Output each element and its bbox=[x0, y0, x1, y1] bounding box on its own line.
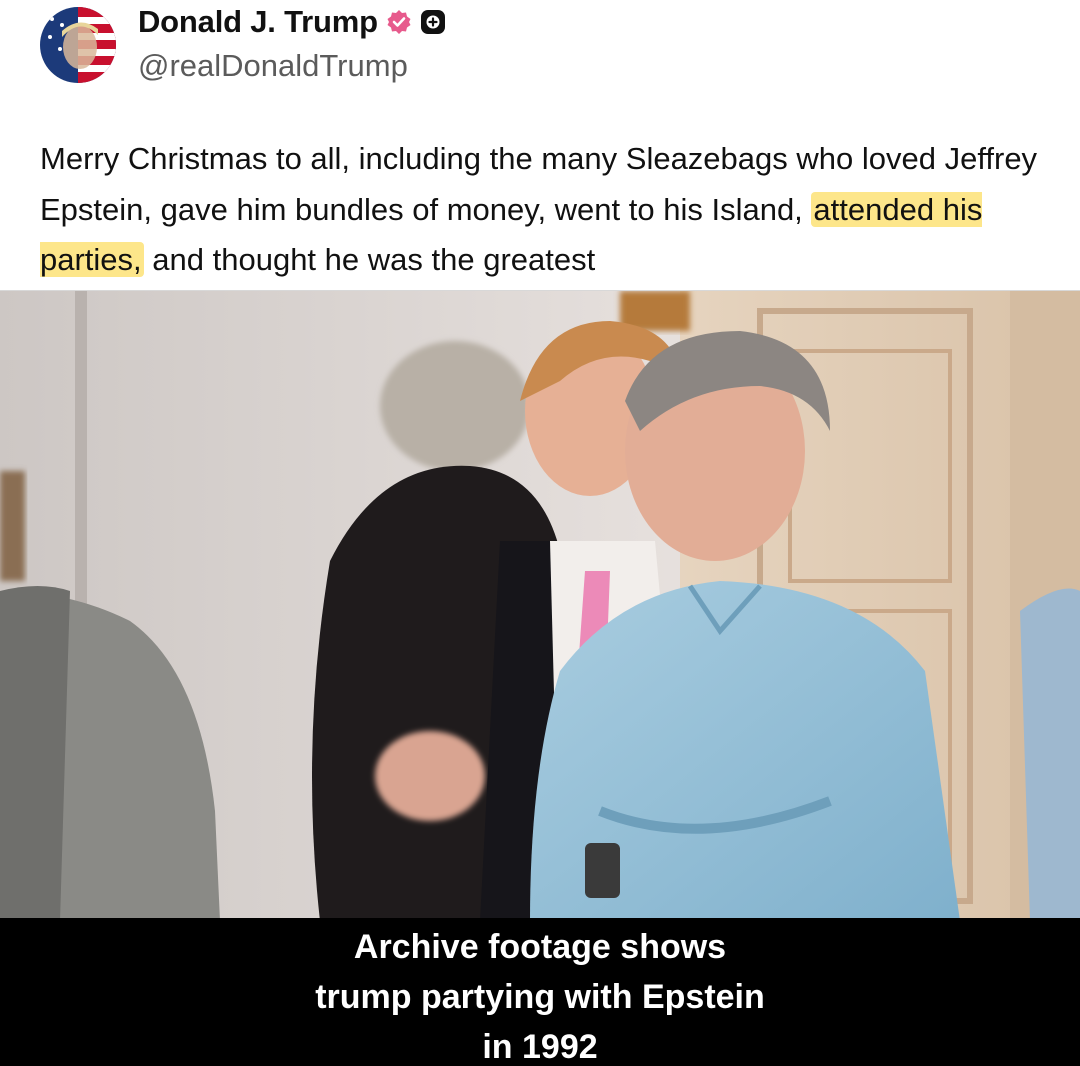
post-body-text: Merry Christmas to all, including the ma… bbox=[40, 134, 1050, 286]
author-display-name[interactable]: Donald J. Trump bbox=[138, 4, 378, 40]
verified-badge-icon bbox=[387, 10, 411, 34]
author-name-row: Donald J. Trump bbox=[138, 4, 446, 40]
post-card: Donald J. Trump @realDonaldTrump Merry C… bbox=[0, 0, 1080, 290]
flag-portrait-avatar-icon bbox=[40, 7, 116, 83]
caption-line-1: Archive footage shows bbox=[353, 928, 727, 966]
post-text-after-highlight: and thought he was the greatest bbox=[143, 242, 596, 277]
archive-photo bbox=[0, 291, 1080, 920]
author-handle[interactable]: @realDonaldTrump bbox=[138, 48, 408, 84]
post-media-video-frame[interactable] bbox=[0, 290, 1080, 920]
profile-avatar[interactable] bbox=[40, 7, 116, 83]
caption-line-3: in 1992 bbox=[482, 1028, 598, 1066]
affiliate-badge-icon bbox=[420, 10, 445, 34]
video-caption: Archive footage shows trump partying wit… bbox=[0, 918, 1080, 1066]
caption-line-2: trump partying with Epstein bbox=[315, 978, 765, 1016]
